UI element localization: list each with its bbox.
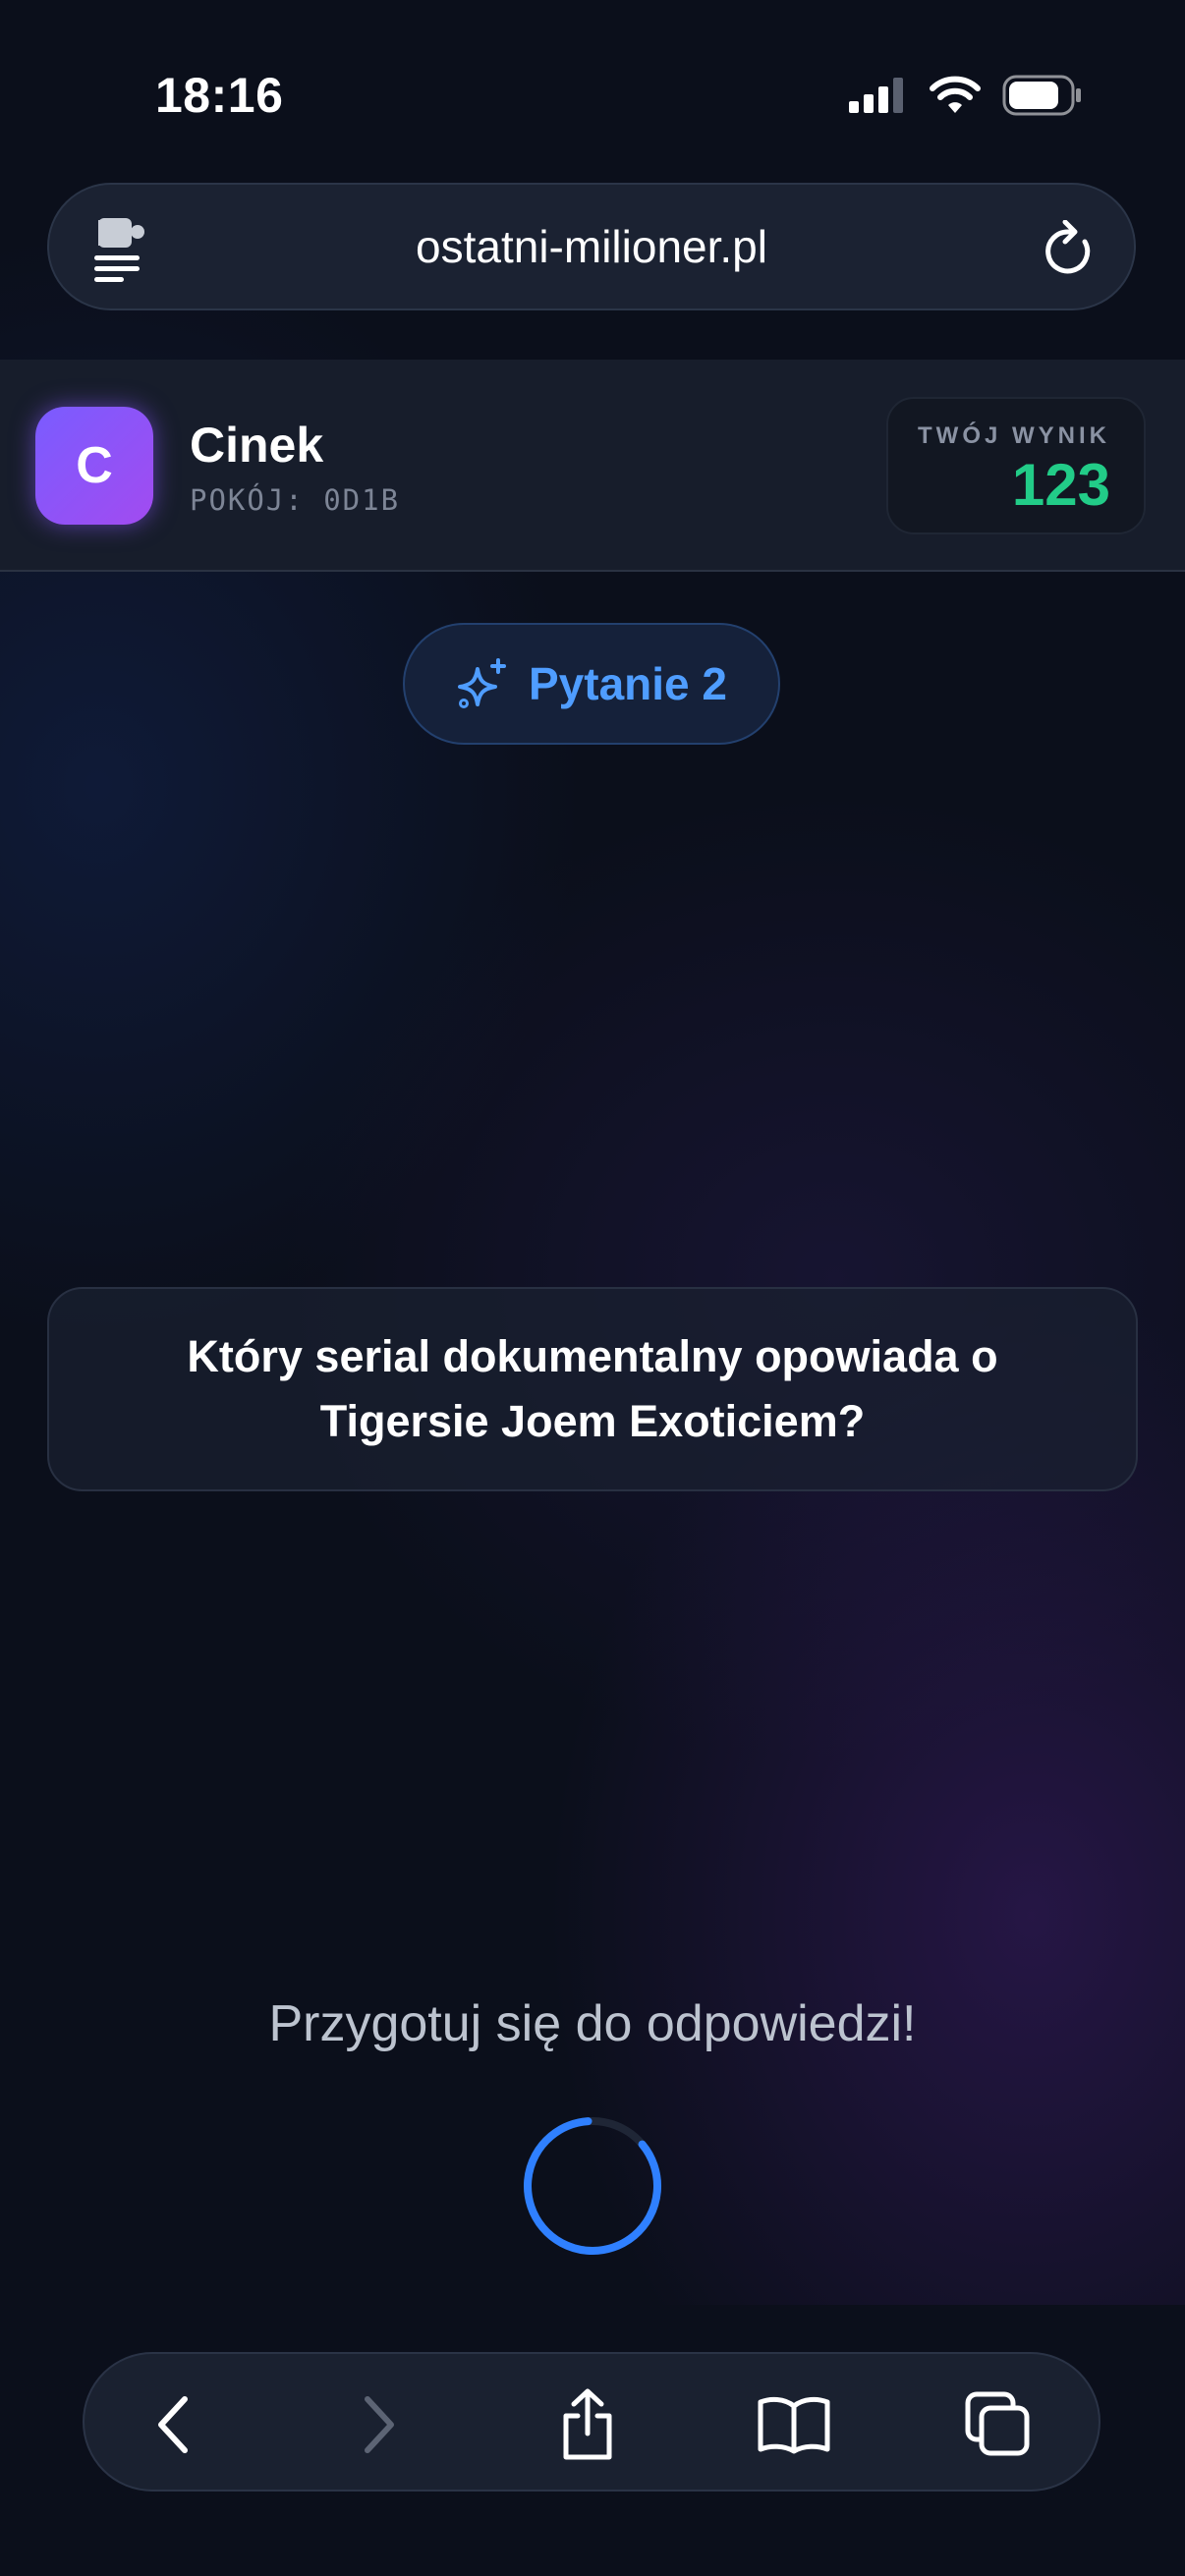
battery-icon bbox=[1002, 75, 1081, 116]
screen: 18:16 ostatni-milioner.pl C Cinek POKÓJ:… bbox=[0, 0, 1185, 2576]
question-number-badge: Pytanie 2 bbox=[403, 623, 780, 745]
status-time: 18:16 bbox=[155, 68, 284, 123]
score-box: TWÓJ WYNIK 123 bbox=[886, 397, 1146, 534]
avatar: C bbox=[35, 407, 153, 525]
score-label: TWÓJ WYNIK bbox=[918, 422, 1110, 449]
back-icon bbox=[158, 2396, 188, 2453]
score-value: 123 bbox=[1011, 452, 1110, 518]
status-icons bbox=[849, 75, 1083, 116]
player-header: C Cinek POKÓJ: 0D1B TWÓJ WYNIK 123 bbox=[0, 360, 1185, 572]
url-text[interactable]: ostatni-milioner.pl bbox=[416, 220, 767, 273]
forward-icon bbox=[365, 2396, 394, 2453]
back-button[interactable] bbox=[134, 2385, 212, 2464]
tabs-icon bbox=[965, 2391, 1030, 2456]
question-number-label: Pytanie 2 bbox=[529, 658, 727, 709]
browser-toolbar bbox=[83, 2352, 1100, 2492]
question-card: Który serial dokumentalny opowiada o Tig… bbox=[47, 1287, 1138, 1491]
sparkles-icon bbox=[458, 658, 506, 708]
address-bar[interactable]: ostatni-milioner.pl bbox=[47, 183, 1136, 310]
bookmarks-button[interactable] bbox=[755, 2385, 833, 2464]
cellular-signal-icon bbox=[849, 78, 903, 113]
forward-button[interactable] bbox=[340, 2385, 419, 2464]
prepare-message: Przygotuj się do odpowiedzi! bbox=[268, 1995, 917, 2052]
loading-spinner bbox=[524, 2117, 661, 2255]
reload-icon[interactable] bbox=[1042, 219, 1097, 284]
room-code: POKÓJ: 0D1B bbox=[190, 483, 401, 517]
wifi-icon bbox=[930, 76, 981, 113]
bookmarks-icon bbox=[758, 2396, 830, 2454]
player-name: Cinek bbox=[190, 418, 324, 473]
share-icon bbox=[563, 2388, 612, 2460]
extension-menu-icon[interactable] bbox=[92, 212, 151, 290]
question-text: Który serial dokumentalny opowiada o Tig… bbox=[187, 1331, 998, 1446]
tabs-button[interactable] bbox=[959, 2385, 1038, 2464]
share-button[interactable] bbox=[548, 2385, 627, 2464]
